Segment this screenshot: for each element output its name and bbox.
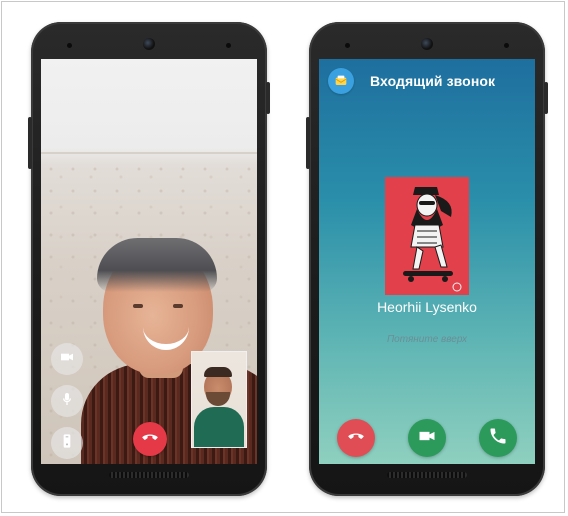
phone-hangup-icon (346, 426, 366, 451)
swipe-up-hint: Потяните вверх (386, 334, 468, 345)
microphone-icon (59, 391, 75, 412)
video-call-screen (41, 59, 257, 464)
accept-audio-call-button[interactable] (479, 419, 517, 457)
caller-name: Heorhii Lysenko (377, 299, 477, 315)
front-camera (143, 38, 155, 50)
self-view-video[interactable] (191, 351, 247, 448)
video-camera-icon (59, 349, 75, 370)
phone-icon (488, 426, 508, 451)
front-camera (421, 38, 433, 50)
phone-left (28, 22, 270, 496)
video-camera-icon (417, 426, 437, 451)
messenger-app-icon (328, 68, 354, 94)
caller-avatar (385, 177, 469, 295)
decline-call-button[interactable] (337, 419, 375, 457)
incoming-call-title: Входящий звонок (370, 73, 496, 89)
end-call-button[interactable] (133, 422, 167, 456)
phone-speaker-icon (59, 433, 75, 454)
incoming-call-screen: Входящий звонок Heorhii Lysenko Потяните… (319, 59, 535, 464)
phone-right: Входящий звонок Heorhii Lysenko Потяните… (306, 22, 548, 496)
accept-video-call-button[interactable] (408, 419, 446, 457)
speaker-toggle-button[interactable] (51, 427, 83, 459)
phone-hangup-icon (140, 427, 160, 452)
incoming-call-header: Входящий звонок (319, 59, 535, 103)
toggle-video-button[interactable] (51, 343, 83, 375)
toggle-mic-button[interactable] (51, 385, 83, 417)
